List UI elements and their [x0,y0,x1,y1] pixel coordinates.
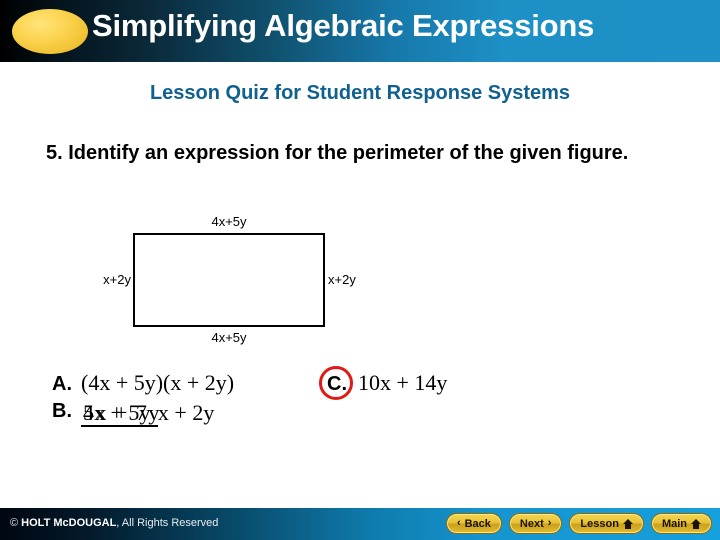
title-header-bar: Simplifying Algebraic Expressions [0,0,720,62]
main-button[interactable]: Main [650,513,712,534]
copyright-notice: © HOLT McDOUGAL, All Rights Reserved [10,517,218,529]
page-title: Simplifying Algebraic Expressions [92,8,595,43]
answer-choice-b[interactable]: B. 4x + 5y 5x + 7y x + 2y [52,400,215,427]
figure-label-right: x+2y [328,272,356,287]
answer-choice-a-letter: A. [52,373,72,395]
footer-navigation: ‹ Back Next › Lesson Main [445,513,712,534]
answer-choice-c-expression: 10x + 14y [358,370,448,395]
chevron-right-icon: › [547,517,552,529]
copyright-symbol: © [10,517,22,529]
rectangle-shape [133,233,325,327]
answer-choice-b-denominator: x + 2y [157,400,215,425]
lesson-subtitle: Lesson Quiz for Student Response Systems [149,82,571,104]
footer-bar: © HOLT McDOUGAL, All Rights Reserved ‹ B… [0,508,720,540]
answer-choice-b-letter: B. [52,400,72,422]
figure-label-bottom: 4x+5y [211,330,247,345]
publisher-brand: HOLT McDOUGAL [21,517,117,529]
answer-choice-b-numerator-layer1: 4x + 5y [83,400,151,425]
question-number: 5. [46,142,63,164]
answer-choice-b-numerator: 4x + 5y 5x + 7y [81,400,159,427]
answer-choice-a-expression: (4x + 5y)(x + 2y) [81,370,235,395]
answer-choice-a[interactable]: A. (4x + 5y)(x + 2y) [52,370,234,396]
perimeter-figure: 4x+5y 4x+5y x+2y x+2y [85,205,415,350]
lesson-button-label: Lesson [580,517,619,530]
main-button-label: Main [661,517,687,530]
decorative-ellipse-icon [12,9,88,54]
answer-choice-b-fraction: 4x + 5y 5x + 7y x + 2y [81,400,215,427]
home-icon [691,518,701,529]
back-button[interactable]: ‹ Back [445,513,502,534]
chevron-left-icon: ‹ [456,517,461,529]
question-block: 5. Identify an expression for the perime… [46,140,686,167]
next-button-label: Next [519,517,544,530]
answer-choice-c[interactable]: C. 10x + 14y [319,366,448,400]
answer-choice-c-letter: C. [319,366,353,400]
home-icon [622,518,633,529]
next-button[interactable]: Next › [508,513,563,534]
back-button-label: Back [464,517,491,530]
lesson-button[interactable]: Lesson [569,513,644,534]
answer-choice-c-letter-text: C. [327,373,347,395]
figure-label-left: x+2y [103,272,131,287]
figure-label-top: 4x+5y [211,214,247,229]
rights-text: , All Rights Reserved [116,517,219,529]
question-text: Identify an expression for the perimeter… [68,142,629,164]
